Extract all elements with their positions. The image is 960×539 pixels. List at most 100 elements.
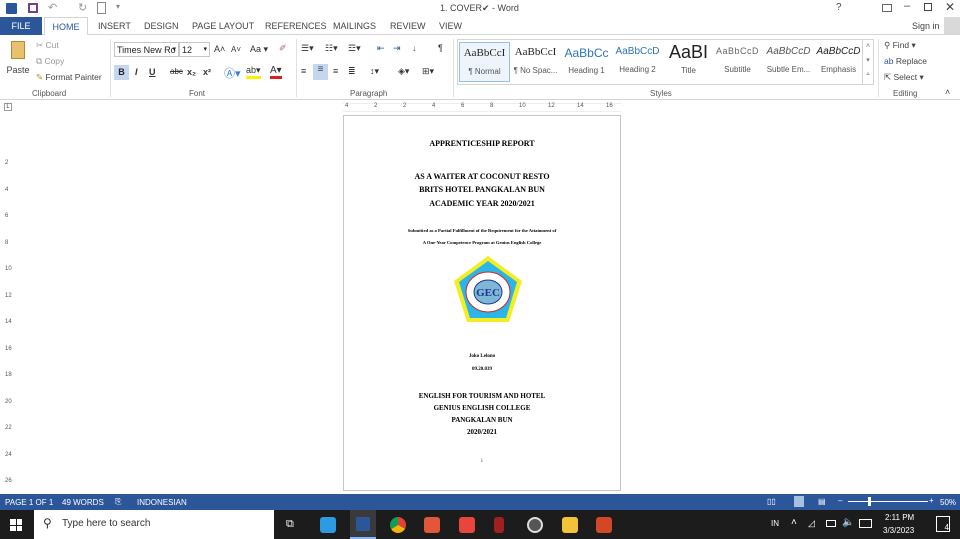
- font-size-dropdown[interactable]: 12 ▾: [179, 42, 210, 57]
- tab-review[interactable]: REVIEW: [390, 21, 426, 31]
- justify-icon[interactable]: ≣: [348, 66, 356, 77]
- keyboard-icon[interactable]: [859, 519, 872, 528]
- zoom-in-button[interactable]: +: [929, 496, 934, 505]
- minimize-button[interactable]: –: [904, 0, 910, 12]
- highlight-color-icon[interactable]: ab▾: [246, 65, 261, 79]
- language[interactable]: INDONESIAN: [137, 498, 187, 507]
- chrome-icon[interactable]: [390, 517, 406, 533]
- help-button[interactable]: ?: [836, 2, 842, 13]
- page-count[interactable]: PAGE 1 OF 1: [5, 498, 53, 507]
- windows-start-icon[interactable]: [10, 519, 22, 531]
- proofing-icon[interactable]: ⎘: [115, 497, 121, 507]
- document-page[interactable]: APPRENTICESHIP REPORT AS A WAITER AT COC…: [343, 115, 621, 491]
- reader-icon[interactable]: [424, 517, 440, 533]
- style-emphasis[interactable]: AaBbCcD Emphasis: [813, 42, 864, 82]
- book-app-icon[interactable]: [494, 517, 504, 533]
- save-icon[interactable]: [28, 3, 38, 13]
- cut-button[interactable]: ✂ Cut: [36, 40, 59, 51]
- vertical-ruler[interactable]: 2 4 6 8 10 12 14 16 18 20 22 24 26: [0, 114, 14, 494]
- zoom-slider-thumb[interactable]: [868, 497, 871, 506]
- notifications-icon[interactable]: 4: [936, 516, 950, 532]
- clear-formatting-icon[interactable]: ✐: [279, 43, 287, 54]
- tab-file[interactable]: FILE: [0, 17, 42, 35]
- word-taskbar-button[interactable]: [350, 510, 376, 539]
- change-case-button[interactable]: Aa ▾: [250, 44, 268, 55]
- format-painter-button[interactable]: ✎ Format Painter: [36, 72, 102, 83]
- powerpoint-icon[interactable]: [596, 517, 612, 533]
- style-subtle-emphasis[interactable]: AaBbCcD Subtle Em...: [763, 42, 814, 82]
- tab-insert[interactable]: INSERT: [98, 21, 131, 31]
- redo-icon[interactable]: ↻: [78, 1, 87, 14]
- strikethrough-button[interactable]: abc: [170, 67, 183, 76]
- style-no-spacing[interactable]: AaBbCcI ¶ No Spac...: [510, 42, 561, 82]
- input-language[interactable]: IN: [771, 519, 779, 528]
- bold-button[interactable]: B: [114, 65, 129, 80]
- read-mode-icon[interactable]: ▯▯: [767, 497, 776, 506]
- align-left-icon[interactable]: ≡: [301, 66, 306, 76]
- word-count[interactable]: 49 WORDS: [62, 498, 104, 507]
- volume-icon[interactable]: 🔈: [842, 517, 854, 528]
- new-document-icon[interactable]: [97, 2, 106, 14]
- style-subtitle[interactable]: AaBbCcD Subtitle: [712, 42, 763, 82]
- ribbon-display-options-icon[interactable]: [882, 4, 892, 12]
- sort-icon[interactable]: ↓: [412, 43, 417, 53]
- text-effects-icon[interactable]: Ⓐ▾: [224, 65, 241, 81]
- underline-button[interactable]: U: [149, 67, 156, 77]
- increase-indent-icon[interactable]: ⇥: [393, 43, 401, 54]
- tab-selector-icon[interactable]: L: [4, 103, 12, 111]
- style-title[interactable]: AaBI Title: [663, 42, 714, 82]
- shrink-font-button[interactable]: A˅: [231, 45, 241, 54]
- font-name-dropdown[interactable]: Times New Ro ▾: [114, 42, 179, 57]
- task-view-icon[interactable]: ⧉: [286, 518, 294, 531]
- battery-icon[interactable]: [826, 520, 836, 527]
- restore-button[interactable]: [924, 3, 932, 11]
- print-layout-icon[interactable]: [794, 496, 804, 507]
- superscript-button[interactable]: x²: [203, 67, 211, 77]
- show-formatting-icon[interactable]: ¶: [438, 43, 443, 53]
- italic-button[interactable]: I: [135, 67, 138, 77]
- style-heading-2[interactable]: AaBbCcD Heading 2: [612, 42, 663, 82]
- numbering-icon[interactable]: ☷▾: [325, 43, 338, 54]
- zoom-out-button[interactable]: –: [838, 496, 842, 505]
- line-spacing-icon[interactable]: ↕▾: [370, 66, 379, 77]
- customize-toolbar-icon[interactable]: ▾: [116, 2, 120, 11]
- align-center-icon[interactable]: ≡: [313, 64, 328, 80]
- replace-button[interactable]: ab Replace: [884, 56, 927, 66]
- select-button[interactable]: ⇱ Select ▾: [884, 72, 924, 83]
- tab-home[interactable]: HOME: [44, 17, 88, 36]
- tab-references[interactable]: REFERENCES: [265, 21, 327, 31]
- collapse-ribbon-icon[interactable]: ˄: [945, 87, 950, 97]
- file-explorer-icon[interactable]: [562, 517, 578, 533]
- align-right-icon[interactable]: ≡: [333, 66, 338, 76]
- tab-view[interactable]: VIEW: [439, 21, 462, 31]
- undo-icon[interactable]: ↶: [48, 1, 57, 14]
- borders-icon[interactable]: ⊞▾: [422, 66, 434, 77]
- horizontal-ruler[interactable]: L 4 2 2 4 6 8 10 12 14 16: [0, 101, 960, 114]
- style-heading-1[interactable]: AaBbCc Heading 1: [561, 42, 612, 82]
- decrease-indent-icon[interactable]: ⇤: [377, 43, 385, 54]
- style-normal[interactable]: AaBbCcI ¶ Normal: [459, 42, 510, 82]
- multilevel-list-icon[interactable]: ☲▾: [348, 43, 361, 54]
- styles-scrollbar[interactable]: ˄ ▾ ⩡: [862, 40, 873, 84]
- tab-mailings[interactable]: MAILINGS: [333, 21, 376, 31]
- media-app-icon[interactable]: [459, 517, 475, 533]
- web-layout-icon[interactable]: ▤: [818, 497, 826, 506]
- tab-page-layout[interactable]: PAGE LAYOUT: [192, 21, 254, 31]
- search-box[interactable]: ⚲ Type here to search: [34, 510, 274, 539]
- paste-button[interactable]: Paste: [6, 41, 30, 81]
- network-icon[interactable]: ◿: [808, 518, 815, 529]
- zoom-slider[interactable]: [848, 501, 928, 502]
- shading-icon[interactable]: ◈▾: [398, 66, 409, 77]
- close-button[interactable]: ✕: [945, 0, 955, 14]
- clock-date[interactable]: 3/3/2023: [883, 526, 914, 535]
- clock-time[interactable]: 2:11 PM: [885, 513, 914, 522]
- find-button[interactable]: ⚲ Find ▾: [884, 40, 916, 51]
- app-icon[interactable]: [320, 517, 336, 533]
- subscript-button[interactable]: x₂: [187, 67, 196, 77]
- grow-font-button[interactable]: A˄: [214, 44, 225, 54]
- copy-button[interactable]: ⧉ Copy: [36, 56, 64, 67]
- avatar[interactable]: [944, 17, 960, 34]
- zoom-level[interactable]: 50%: [940, 498, 956, 507]
- music-app-icon[interactable]: [527, 517, 543, 533]
- sign-in-link[interactable]: Sign in: [912, 21, 940, 31]
